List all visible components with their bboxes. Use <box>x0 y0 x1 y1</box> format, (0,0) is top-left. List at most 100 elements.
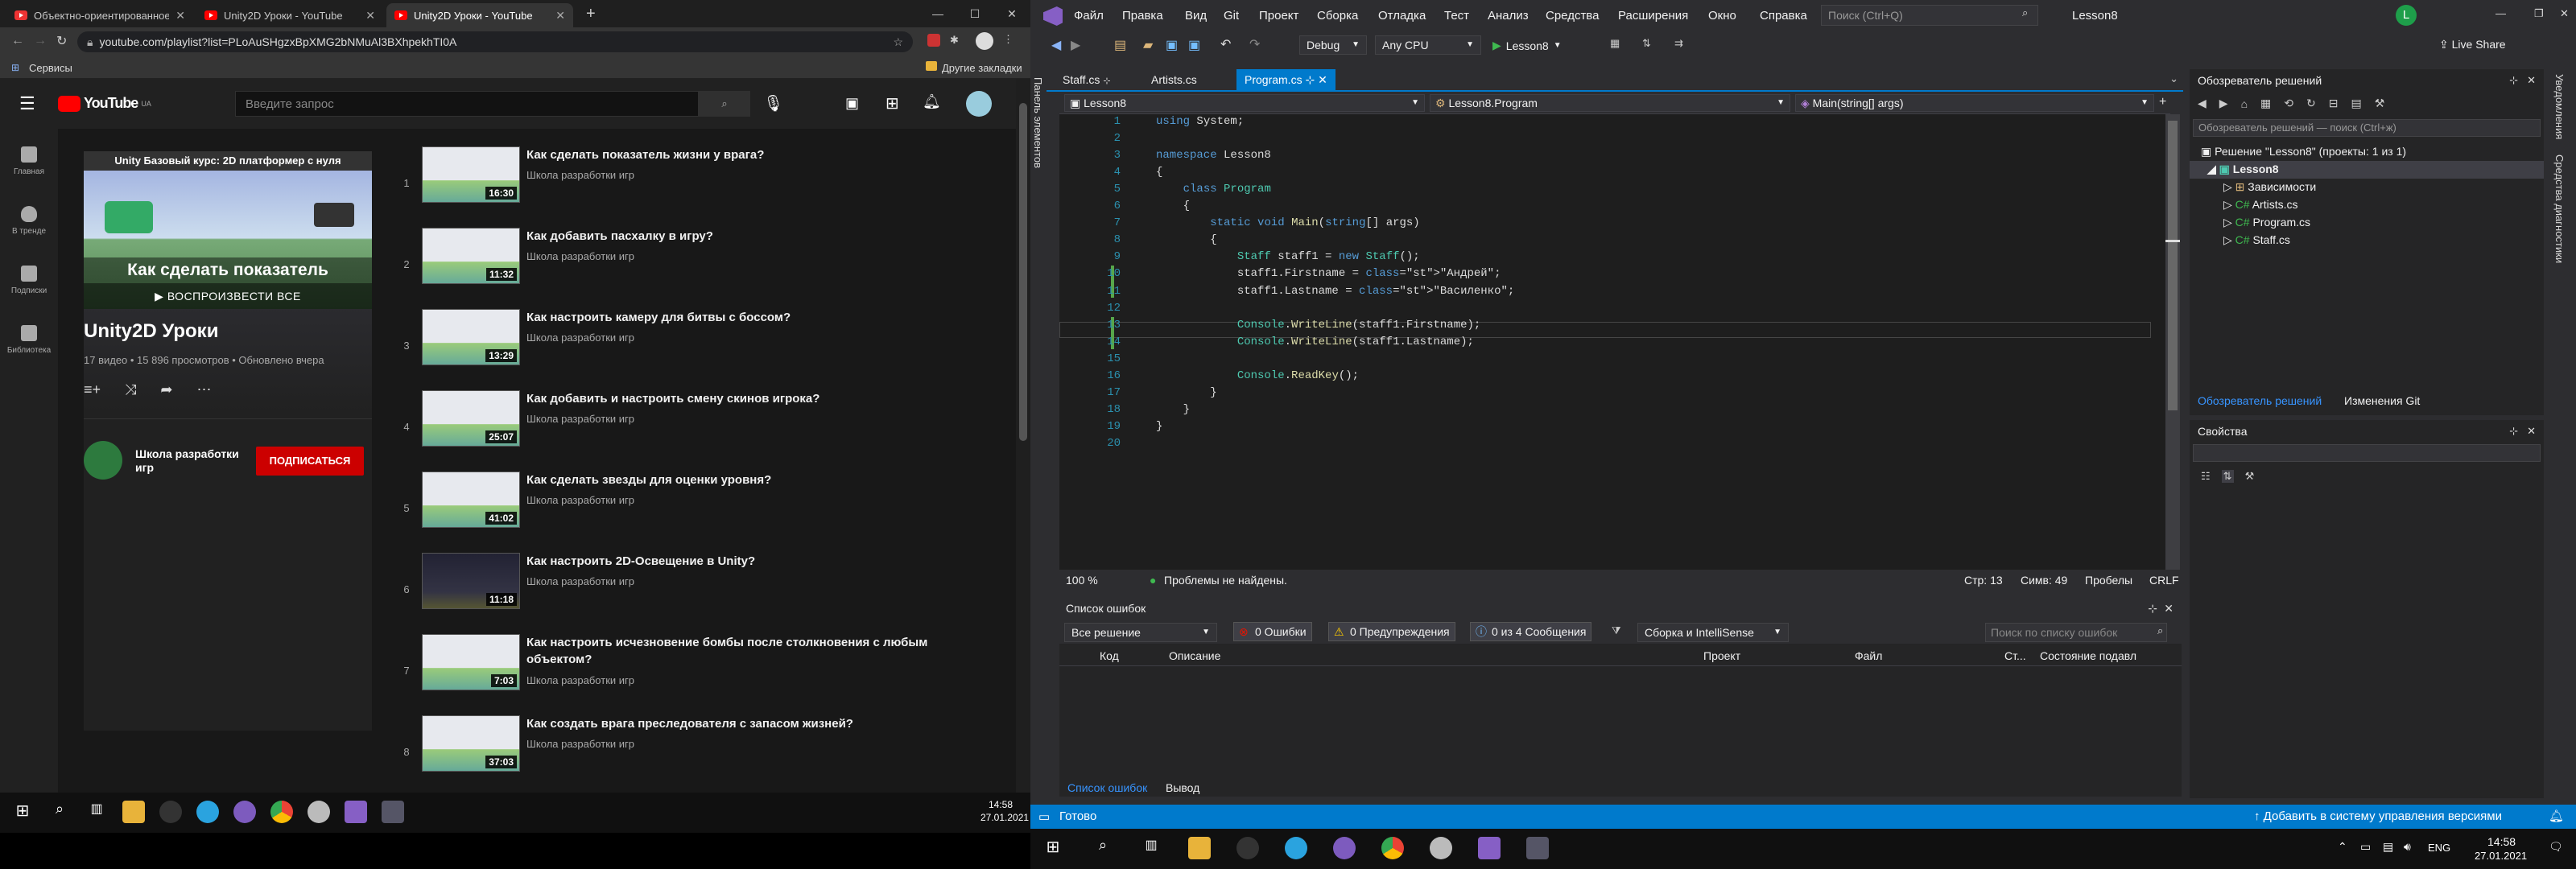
video-channel[interactable]: Школа разработки игр <box>526 169 634 181</box>
tree-item-artists[interactable]: ▷ C# Artists.cs <box>2223 198 2297 212</box>
bell-icon[interactable]: 🔔︎ <box>2549 809 2564 823</box>
omnibox[interactable]: 🔒︎ youtube.com/playlist?list=PLoAuSHgzxB… <box>77 31 913 52</box>
apps-icon[interactable]: ⊞ <box>11 62 19 73</box>
telegram-icon[interactable] <box>1285 837 1307 859</box>
video-channel[interactable]: Школа разработки игр <box>526 738 634 750</box>
url-text[interactable]: youtube.com/playlist?list=PLoAuSHgzxBpXM… <box>99 35 456 48</box>
back-icon[interactable]: ← <box>11 34 24 48</box>
pin-icon[interactable]: ⊹ <box>2509 74 2518 87</box>
tree-item-program[interactable]: ▷ C# Program.cs <box>2223 216 2310 229</box>
page-scrollbar[interactable] <box>1016 79 1030 793</box>
video-channel[interactable]: Школа разработки игр <box>526 674 634 686</box>
add-to-queue-icon[interactable]: ≡+ <box>84 381 101 398</box>
close-icon[interactable]: ✕ <box>365 9 375 23</box>
editor-scrollbar[interactable] <box>2165 114 2180 570</box>
close-icon[interactable]: ✕ <box>2164 597 2174 620</box>
bookmark-apps[interactable]: Сервисы <box>29 62 72 74</box>
sidebar-item-home[interactable]: Главная <box>0 146 58 176</box>
pin-icon[interactable]: ⊹ <box>2148 597 2157 620</box>
notifications-tab[interactable]: Уведомления <box>2553 74 2566 139</box>
code-line[interactable]: { <box>1156 233 1216 246</box>
windows-start-icon[interactable]: ⊞ <box>1042 837 1064 859</box>
new-tab-button[interactable]: + <box>586 5 596 23</box>
menu-extensions[interactable]: Расширения <box>1618 9 1688 23</box>
unity-icon[interactable] <box>1430 837 1452 859</box>
vs-search-input[interactable]: Поиск (Ctrl+Q) <box>1821 5 2038 26</box>
search-button[interactable]: ⌕ <box>699 91 750 117</box>
visual-studio-icon[interactable] <box>1478 837 1501 859</box>
col-line[interactable]: Ст... <box>2004 649 2026 662</box>
windows-start-icon[interactable]: ⊞ <box>11 801 34 823</box>
profile-avatar[interactable] <box>976 32 993 50</box>
video-thumbnail[interactable]: 16:30 <box>422 146 520 203</box>
code-line[interactable]: Console.WriteLine(staff1.Firstname); <box>1156 319 1480 332</box>
config-select[interactable]: Debug ▼ <box>1299 35 1367 55</box>
menu-window[interactable]: Окно <box>1708 9 1736 23</box>
video-channel[interactable]: Школа разработки игр <box>526 575 634 587</box>
code-line[interactable]: } <box>1156 420 1162 433</box>
redo-icon[interactable]: ↷ <box>1249 36 1260 52</box>
add-to-source-control[interactable]: ↑ Добавить в систему управления версиями <box>2254 809 2502 823</box>
pin-icon[interactable]: ⊹ <box>2509 425 2518 438</box>
subscribe-button[interactable]: ПОДПИСАТЬСЯ <box>256 447 364 476</box>
video-thumbnail[interactable]: 37:03 <box>422 715 520 772</box>
errors-filter[interactable]: ⊗ 0 Ошибки <box>1233 622 1312 641</box>
back-icon[interactable]: ◀ <box>2198 97 2207 110</box>
code-line[interactable]: using System; <box>1156 115 1244 128</box>
project-combo[interactable]: ▣ Lesson8 ▼ <box>1064 94 1425 112</box>
chrome-tab-1[interactable]: Объектно-ориентированное пр ✕ <box>6 3 193 27</box>
play-all-button[interactable]: ▶ ВОСПРОИЗВЕСТИ ВСЕ <box>84 283 372 309</box>
explorer-icon[interactable] <box>122 801 145 823</box>
class-combo[interactable]: ⚙ Lesson8.Program ▼ <box>1430 94 1790 112</box>
categorized-icon[interactable]: ☷ <box>2201 470 2211 483</box>
build-select[interactable]: Сборка и IntelliSense ▼ <box>1637 623 1789 642</box>
viber-icon[interactable] <box>1333 837 1356 859</box>
chrome-tab-2[interactable]: Unity2D Уроки - YouTube ✕ <box>196 3 383 27</box>
hamburger-icon[interactable]: ☰ <box>19 93 35 114</box>
channel-name[interactable]: Школа разработки игр <box>135 447 248 475</box>
col-status[interactable]: Симв: 49 <box>2021 574 2067 587</box>
close-icon[interactable]: ✕ <box>555 9 565 23</box>
video-thumbnail[interactable]: 41:02 <box>422 472 520 528</box>
create-video-icon[interactable]: ▣ <box>845 95 859 112</box>
list-item[interactable]: 2 11:32 Как добавить пасхалку в игру? Школа… <box>394 228 974 308</box>
video-title[interactable]: Как настроить 2D-Освещение в Unity? <box>526 553 977 570</box>
list-item[interactable]: 3 13:29 Как настроить камеру для битвы с б… <box>394 309 974 389</box>
toolbox-tab[interactable]: Панель элементов <box>1032 77 1044 168</box>
video-title[interactable]: Как сделать звезды для оценки уровня? <box>526 472 977 488</box>
code-line[interactable]: } <box>1156 386 1216 399</box>
zoom-select[interactable]: 100 % <box>1066 574 1098 587</box>
explorer-icon[interactable] <box>1188 837 1211 859</box>
eol-status[interactable]: CRLF <box>2149 574 2179 587</box>
code-line[interactable]: Console.ReadKey(); <box>1156 369 1359 382</box>
col-file[interactable]: Файл <box>1855 649 1882 662</box>
menu-project[interactable]: Проект <box>1259 9 1298 23</box>
collapse-icon[interactable]: ⊟ <box>2329 97 2339 110</box>
menu-help[interactable]: Справка <box>1760 9 1807 23</box>
video-title[interactable]: Как добавить пасхалку в игру? <box>526 228 977 245</box>
maximize-icon[interactable]: ❐ <box>2534 7 2544 20</box>
menu-tools[interactable]: Средства <box>1546 9 1599 23</box>
list-item[interactable]: 5 41:02 Как сделать звезды для оценки уров… <box>394 472 974 552</box>
col-suppression[interactable]: Состояние подавл <box>2040 649 2136 662</box>
volume-icon[interactable]: 🔊︎ <box>2404 840 2411 854</box>
youtube-logo[interactable]: YouTube UA <box>58 95 151 112</box>
minimize-icon[interactable]: — <box>2496 7 2506 19</box>
code-line[interactable]: class Program <box>1156 183 1271 196</box>
tray-up-icon[interactable]: ⌃ <box>2338 840 2347 854</box>
close-window-icon[interactable]: ✕ <box>2560 7 2569 20</box>
close-icon[interactable]: ✕ <box>2527 74 2536 87</box>
video-channel[interactable]: Школа разработки игр <box>526 250 634 262</box>
tab-solution-explorer[interactable]: Обозреватель решений <box>2198 394 2322 407</box>
error-search-input[interactable]: Поиск по списку ошибок <box>1985 623 2167 642</box>
menu-git[interactable]: Git <box>1224 9 1239 23</box>
telegram-icon[interactable] <box>196 801 219 823</box>
open-folder-icon[interactable]: ▰ <box>1143 37 1153 53</box>
forward-icon[interactable]: ▶ <box>1071 37 1080 53</box>
code-line[interactable]: namespace Lesson8 <box>1156 149 1271 162</box>
col-code[interactable]: Код <box>1100 649 1119 662</box>
member-combo[interactable]: ◈ Main(string[] args) ▼ <box>1795 94 2154 112</box>
tab-git-changes[interactable]: Изменения Git <box>2344 394 2420 407</box>
solution-search-input[interactable]: Обозреватель решений — поиск (Ctrl+ж) <box>2193 119 2541 137</box>
menu-build[interactable]: Сборка <box>1317 9 1358 23</box>
